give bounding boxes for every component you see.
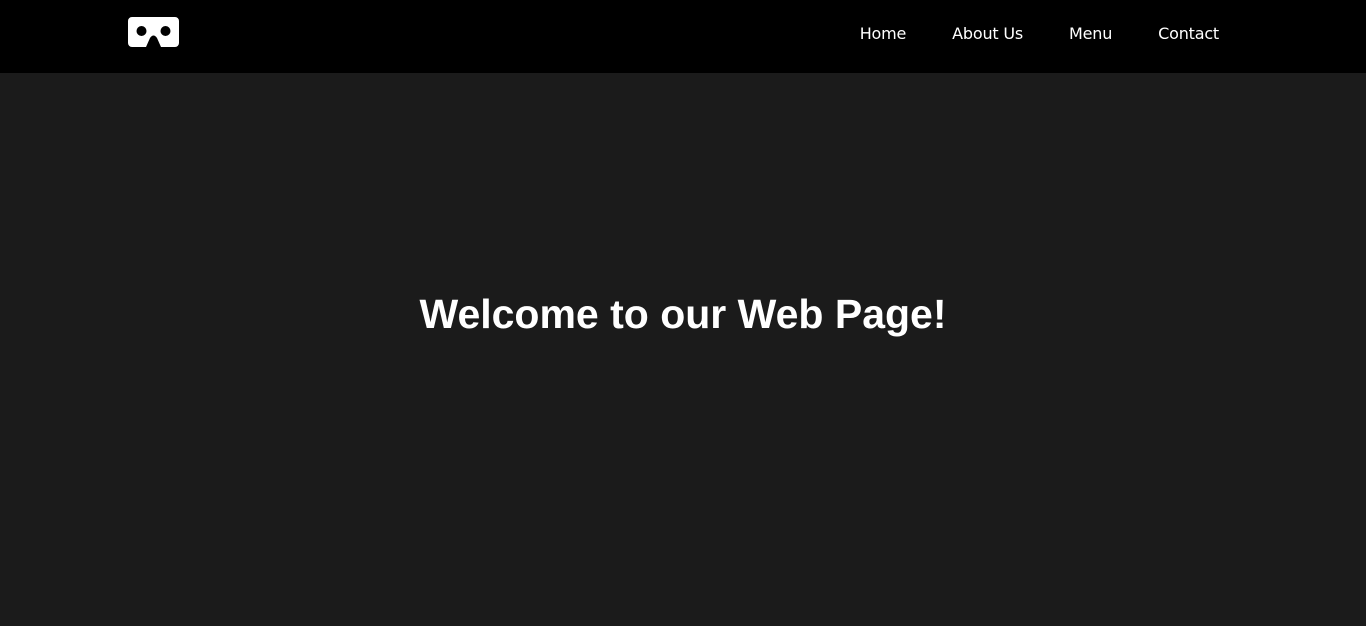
page-title: Welcome to our Web Page! [419, 291, 947, 337]
nav-item-about-us: About Us [952, 24, 1023, 44]
main-content: Welcome to our Web Page! [0, 73, 1366, 626]
nav-item-home: Home [860, 24, 907, 44]
vr-headset-icon-graphic [128, 17, 179, 47]
top-navbar: Home About Us Menu Contact [0, 0, 1366, 73]
nav-item-menu: Menu [1069, 24, 1112, 44]
nav-link-home[interactable]: Home [860, 24, 907, 43]
vr-headset-icon[interactable] [128, 17, 179, 47]
nav-link-contact[interactable]: Contact [1158, 24, 1219, 43]
nav-link-about-us[interactable]: About Us [952, 24, 1023, 43]
nav-menu: Home About Us Menu Contact [860, 0, 1219, 67]
nav-link-menu[interactable]: Menu [1069, 24, 1112, 43]
nav-item-contact: Contact [1158, 24, 1219, 44]
